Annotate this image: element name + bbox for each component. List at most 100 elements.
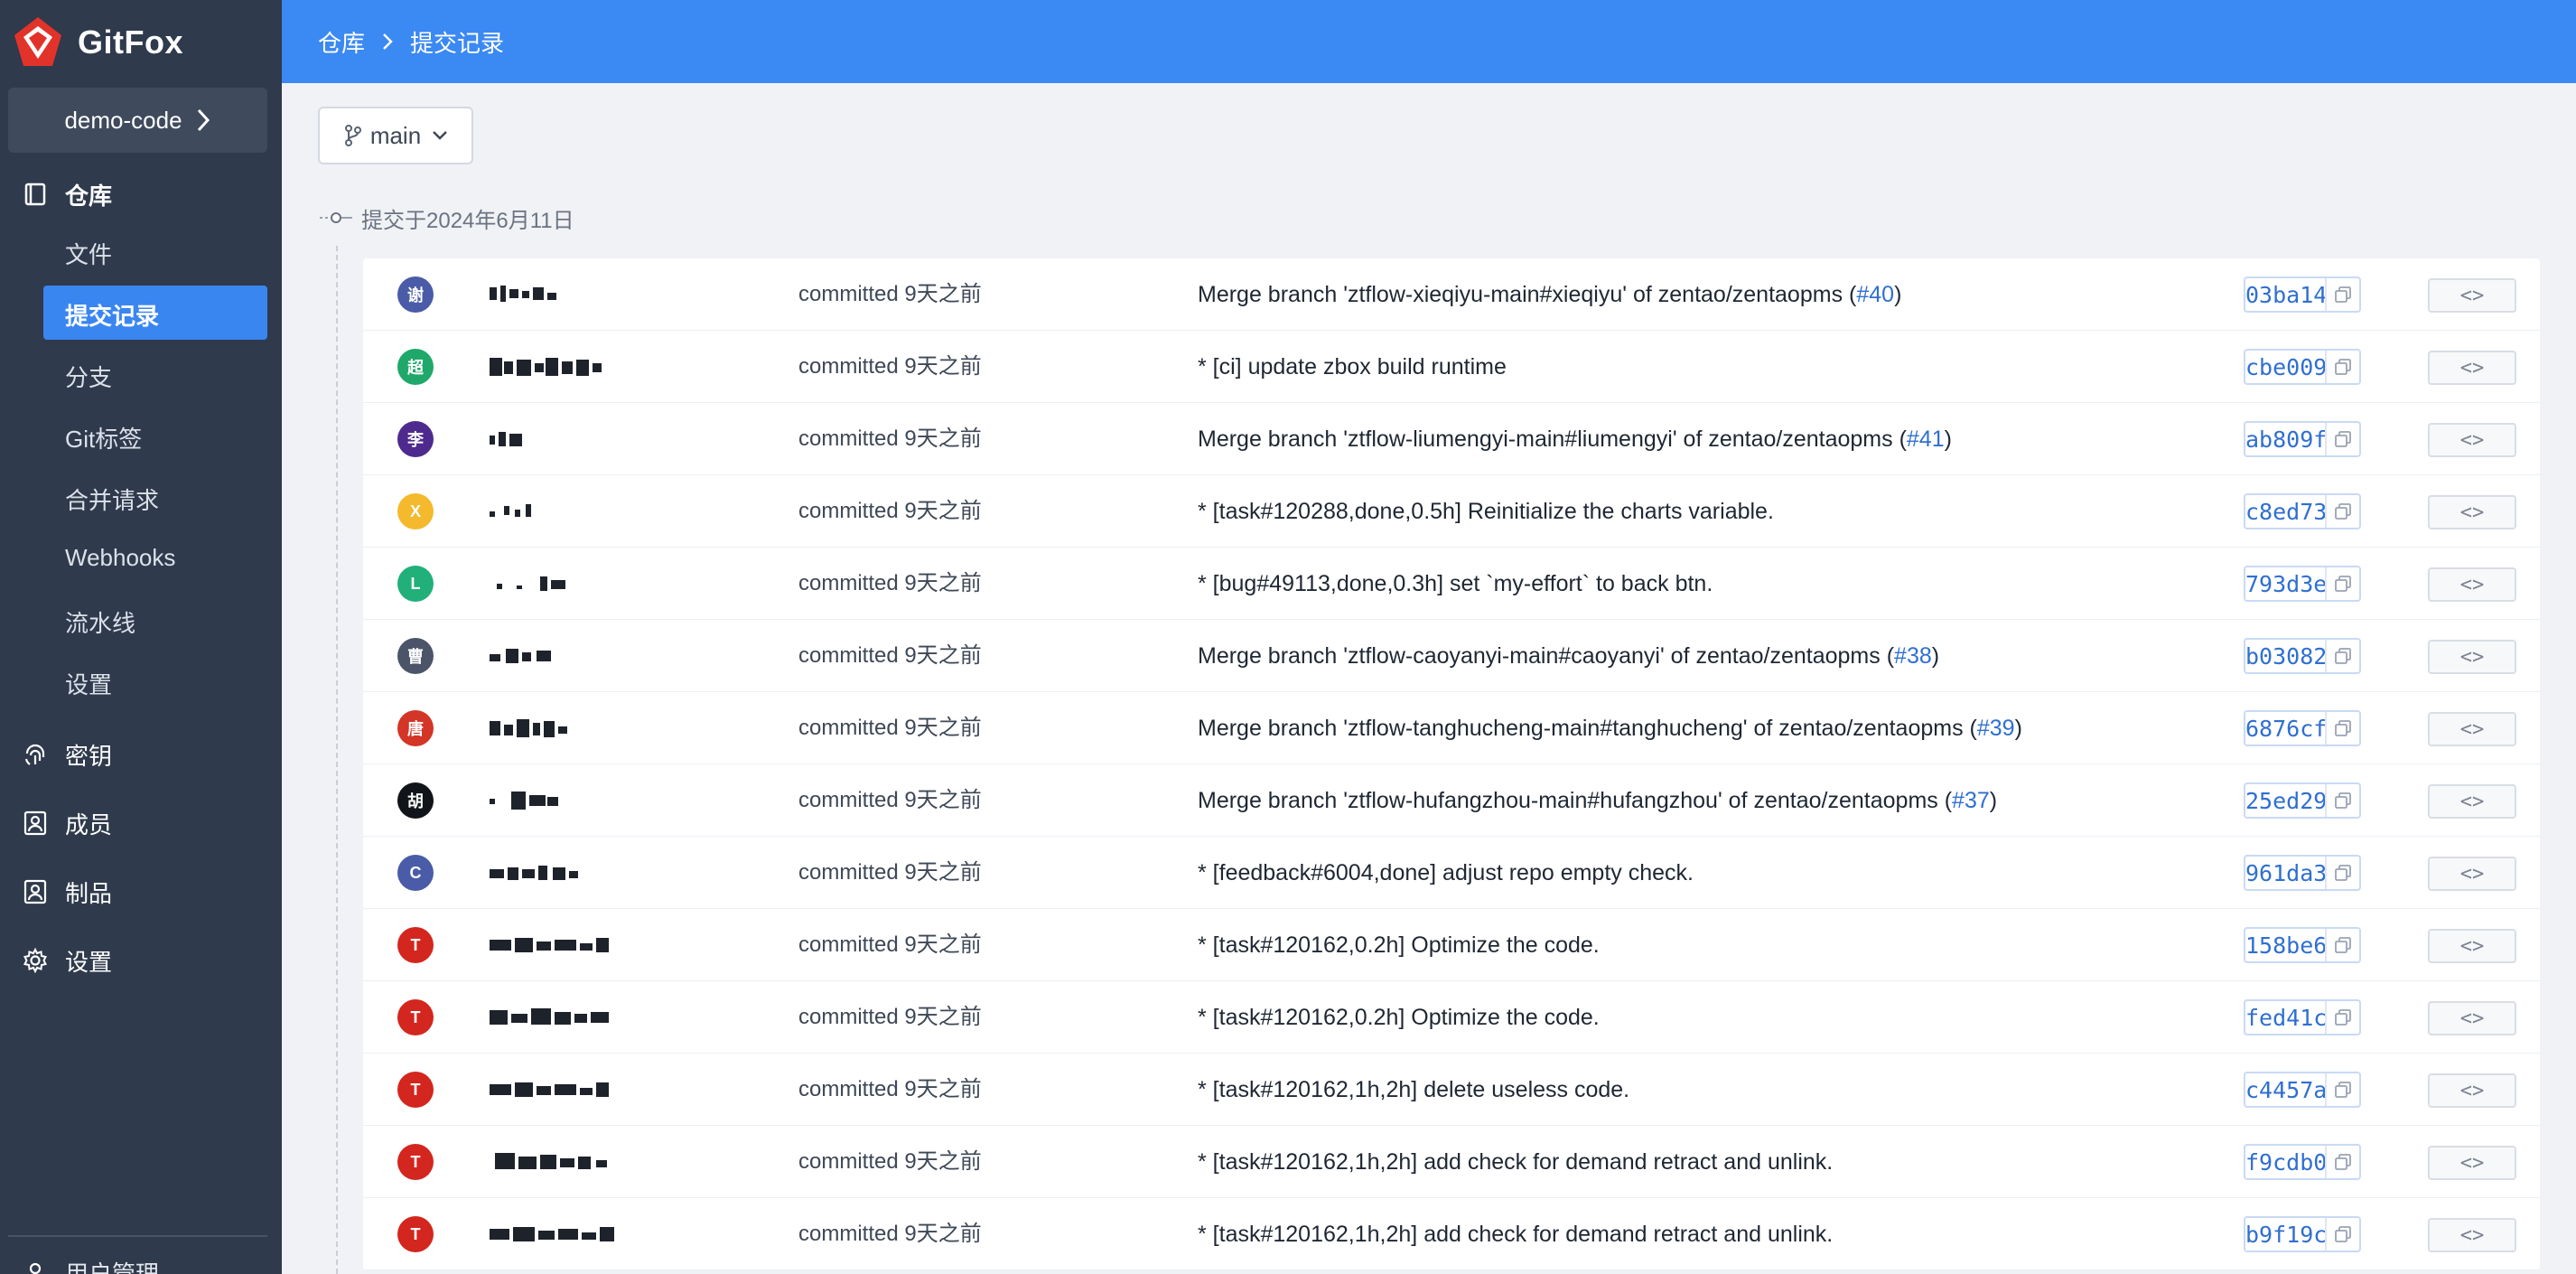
commit-sha-link[interactable]: f9cdb0 <box>2245 1149 2327 1176</box>
browse-files-button[interactable]: <> <box>2428 1146 2516 1180</box>
browse-files-button[interactable]: <> <box>2428 495 2516 529</box>
commit-message[interactable]: * [task#120162,1h,2h] add check for dema… <box>1198 1198 1833 1270</box>
sidebar-item-members[interactable]: 成员 <box>0 801 282 846</box>
browse-files-button[interactable]: <> <box>2428 567 2516 602</box>
commit-sha-link[interactable]: 6876cf <box>2245 716 2327 742</box>
sidebar-item-label: Webhooks <box>65 544 176 571</box>
commit-sha-link[interactable]: 961da3 <box>2245 860 2327 886</box>
commit-sha-link[interactable]: 03ba14 <box>2245 282 2327 308</box>
commit-message[interactable]: * [task#120162,0.2h] Optimize the code. <box>1198 909 1600 981</box>
nav-group-repo[interactable]: 仓库 <box>0 172 282 217</box>
sidebar-item-artifacts[interactable]: 制品 <box>0 869 282 914</box>
sidebar-item-label: 密钥 <box>65 742 113 770</box>
merge-request-link[interactable]: #40 <box>1856 282 1894 307</box>
copy-sha-button[interactable] <box>2325 351 2359 383</box>
commit-message[interactable]: * [ci] update zbox build runtime <box>1198 331 1507 403</box>
sidebar-item-webhooks[interactable]: Webhooks <box>0 531 282 585</box>
commit-sha-link[interactable]: ab809f <box>2245 426 2327 453</box>
commit-sha-link[interactable]: cbe009 <box>2245 354 2327 380</box>
copy-sha-button[interactable] <box>2325 567 2359 600</box>
brand[interactable]: GitFox <box>9 13 183 72</box>
copy-sha-button[interactable] <box>2325 1073 2359 1106</box>
browse-files-button[interactable]: <> <box>2428 278 2516 313</box>
commit-sha-link[interactable]: fed41c <box>2245 1005 2327 1031</box>
commit-message[interactable]: * [bug#49113,done,0.3h] set `my-effort` … <box>1198 548 1713 620</box>
commit-message[interactable]: * [task#120162,1h,2h] add check for dema… <box>1198 1126 1833 1198</box>
commit-row[interactable]: 胡 committed 9天之前 Merge branch 'ztflow-hu… <box>363 764 2540 837</box>
commit-row[interactable]: L committed 9天之前 * [bug#49113,done,0.3h]… <box>363 548 2540 620</box>
sidebar-item-branches[interactable]: 分支 <box>0 347 282 401</box>
commit-row[interactable]: X committed 9天之前 * [task#120288,done,0.5… <box>363 475 2540 548</box>
commit-row[interactable]: 曹 committed 9天之前 Merge branch 'ztflow-ca… <box>363 620 2540 692</box>
merge-request-link[interactable]: #37 <box>1952 788 1990 813</box>
commit-message[interactable]: Merge branch 'ztflow-xieqiyu-main#xieqiy… <box>1198 258 1901 331</box>
commit-row[interactable]: 唐 committed 9天之前 Merge branch 'ztflow-ta… <box>363 692 2540 764</box>
sidebar-item-repo-settings[interactable]: 设置 <box>0 654 282 708</box>
copy-sha-button[interactable] <box>2325 1146 2359 1178</box>
author-name-redacted <box>490 1079 625 1101</box>
browse-files-button[interactable]: <> <box>2428 351 2516 385</box>
copy-sha-button[interactable] <box>2325 857 2359 889</box>
copy-sha-button[interactable] <box>2325 495 2359 528</box>
browse-files-button[interactable]: <> <box>2428 857 2516 891</box>
commit-row[interactable]: 李 committed 9天之前 Merge branch 'ztflow-li… <box>363 403 2540 475</box>
copy-sha-button[interactable] <box>2325 712 2359 745</box>
project-switcher[interactable]: demo-code <box>8 88 267 153</box>
sidebar-item-pipelines[interactable]: 流水线 <box>0 593 282 647</box>
commit-message[interactable]: Merge branch 'ztflow-caoyanyi-main#caoya… <box>1198 620 1939 692</box>
commit-row[interactable]: 超 committed 9天之前 * [ci] update zbox buil… <box>363 331 2540 403</box>
browse-files-button[interactable]: <> <box>2428 1001 2516 1035</box>
commit-time: committed 9天之前 <box>798 499 982 523</box>
browse-files-button[interactable]: <> <box>2428 640 2516 674</box>
commit-row[interactable]: T committed 9天之前 * [task#120162,1h,2h] a… <box>363 1198 2540 1270</box>
sidebar-item-merge-requests[interactable]: 合并请求 <box>0 470 282 524</box>
commit-row[interactable]: C committed 9天之前 * [feedback#6004,done] … <box>363 837 2540 909</box>
sidebar-item-secrets[interactable]: 密钥 <box>0 732 282 777</box>
sidebar-item-files[interactable]: 文件 <box>0 224 282 278</box>
sidebar-item-user-management[interactable]: 用户管理 <box>22 1256 159 1274</box>
timeline-header: 提交于2024年6月11日 <box>318 204 574 233</box>
sidebar-item-settings[interactable]: 设置 <box>0 938 282 983</box>
browse-files-button[interactable]: <> <box>2428 784 2516 819</box>
copy-sha-button[interactable] <box>2325 278 2359 311</box>
sidebar-item-commits[interactable]: 提交记录 <box>43 286 267 340</box>
copy-sha-button[interactable] <box>2325 640 2359 672</box>
commit-message[interactable]: * [feedback#6004,done] adjust repo empty… <box>1198 837 1694 909</box>
commit-message[interactable]: Merge branch 'ztflow-hufangzhou-main#huf… <box>1198 764 1997 837</box>
sidebar-item-tags[interactable]: Git标签 <box>0 408 282 463</box>
commit-message[interactable]: Merge branch 'ztflow-tanghucheng-main#ta… <box>1198 692 2022 764</box>
branch-selector[interactable]: main <box>318 107 473 164</box>
browse-files-button[interactable]: <> <box>2428 423 2516 457</box>
browse-files-button[interactable]: <> <box>2428 712 2516 746</box>
copy-sha-button[interactable] <box>2325 929 2359 961</box>
copy-sha-button[interactable] <box>2325 1218 2359 1251</box>
commit-message[interactable]: * [task#120288,done,0.5h] Reinitialize t… <box>1198 475 1774 548</box>
copy-icon <box>2335 1154 2351 1170</box>
copy-sha-button[interactable] <box>2325 423 2359 455</box>
commit-sha-link[interactable]: b9f19c <box>2245 1222 2327 1248</box>
commit-sha-link[interactable]: c4457a <box>2245 1077 2327 1103</box>
commit-message[interactable]: * [task#120162,0.2h] Optimize the code. <box>1198 981 1600 1054</box>
merge-request-link[interactable]: #38 <box>1894 643 1932 669</box>
merge-request-link[interactable]: #41 <box>1907 426 1945 452</box>
browse-files-button[interactable]: <> <box>2428 929 2516 963</box>
commit-sha-link[interactable]: 25ed29 <box>2245 788 2327 814</box>
commit-sha-link[interactable]: 158be6 <box>2245 932 2327 959</box>
commit-row[interactable]: T committed 9天之前 * [task#120162,0.2h] Op… <box>363 909 2540 981</box>
merge-request-link[interactable]: #39 <box>1977 716 2015 741</box>
breadcrumb-root[interactable]: 仓库 <box>318 25 365 59</box>
copy-sha-button[interactable] <box>2325 1001 2359 1034</box>
commit-sha-link[interactable]: b03082 <box>2245 643 2327 670</box>
commit-row[interactable]: T committed 9天之前 * [task#120162,0.2h] Op… <box>363 981 2540 1054</box>
commit-sha-link[interactable]: c8ed73 <box>2245 499 2327 525</box>
browse-files-button[interactable]: <> <box>2428 1218 2516 1252</box>
commit-row[interactable]: T committed 9天之前 * [task#120162,1h,2h] a… <box>363 1126 2540 1198</box>
commit-sha-link[interactable]: 793d3e <box>2245 571 2327 597</box>
commit-message[interactable]: Merge branch 'ztflow-liumengyi-main#lium… <box>1198 403 1952 475</box>
commit-message[interactable]: * [task#120162,1h,2h] delete useless cod… <box>1198 1054 1629 1126</box>
browse-files-button[interactable]: <> <box>2428 1073 2516 1108</box>
member-icon <box>23 810 47 836</box>
commit-row[interactable]: T committed 9天之前 * [task#120162,1h,2h] d… <box>363 1054 2540 1126</box>
copy-sha-button[interactable] <box>2325 784 2359 817</box>
commit-row[interactable]: 谢 committed 9天之前 Merge branch 'ztflow-xi… <box>363 258 2540 331</box>
